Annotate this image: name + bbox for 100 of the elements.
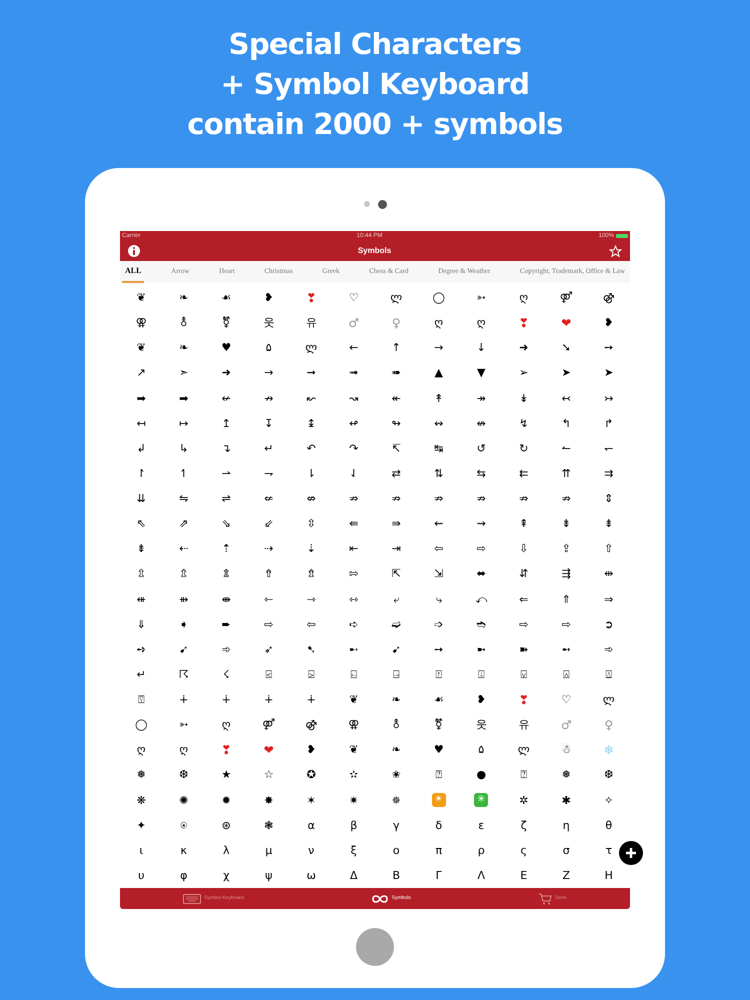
symbol[interactable]: ε xyxy=(478,820,484,831)
symbol[interactable]: ⍈ xyxy=(392,668,400,680)
symbol[interactable]: ❦ xyxy=(349,694,358,706)
symbol[interactable]: ⍰ xyxy=(435,769,442,780)
symbol[interactable]: ღ xyxy=(136,744,146,756)
symbol[interactable]: ❣ xyxy=(306,292,316,304)
symbol[interactable]: ↴ xyxy=(222,442,231,454)
symbol[interactable]: ➞ xyxy=(306,367,316,378)
symbol[interactable]: Γ xyxy=(436,870,442,881)
symbol[interactable]: ♡ xyxy=(348,292,359,304)
symbol[interactable]: ⚨ xyxy=(179,317,188,328)
symbol[interactable]: ⇗ xyxy=(179,518,188,530)
symbol[interactable]: ⇆ xyxy=(476,468,486,479)
symbol[interactable]: σ xyxy=(562,844,570,856)
symbol[interactable]: ⇦ xyxy=(434,543,444,554)
symbol[interactable]: ⍍ xyxy=(605,668,612,680)
symbol[interactable]: ⇟ xyxy=(136,543,146,554)
symbol[interactable]: ➠ xyxy=(392,367,401,378)
symbol[interactable]: ⇧ xyxy=(604,543,614,554)
symbol[interactable]: τ xyxy=(605,844,612,856)
symbol[interactable]: ➡ xyxy=(179,392,188,404)
symbol[interactable]: ⇁ xyxy=(264,468,274,479)
symbol[interactable]: ➙ xyxy=(434,644,444,655)
symbol[interactable]: ლ xyxy=(602,694,615,706)
symbol[interactable]: ➾ xyxy=(222,644,231,655)
symbol[interactable]: ⇰ xyxy=(349,568,358,580)
symbol[interactable]: ↷ xyxy=(349,442,358,454)
symbol[interactable]: ↜ xyxy=(306,392,316,404)
symbol[interactable]: ⚧ xyxy=(222,317,231,328)
symbol[interactable]: ➼ xyxy=(476,644,486,655)
symbol[interactable]: χ xyxy=(223,870,230,881)
symbol[interactable]: ➹ xyxy=(179,644,188,655)
symbol[interactable]: φ xyxy=(180,870,188,881)
symbol[interactable]: ❃ xyxy=(264,820,274,831)
symbol[interactable]: ✶ xyxy=(306,794,316,806)
symbol[interactable]: Ζ xyxy=(562,870,570,881)
symbol[interactable]: ➧ xyxy=(179,618,188,630)
symbol[interactable]: ⬌ xyxy=(476,568,486,580)
symbol[interactable]: ↻ xyxy=(519,442,528,454)
symbol[interactable]: ⚣ xyxy=(602,292,615,304)
symbol[interactable]: ➳ xyxy=(476,292,486,304)
symbol[interactable]: ლ xyxy=(518,744,530,756)
symbol[interactable]: ⇟ xyxy=(604,518,614,530)
symbol[interactable]: ⇭ xyxy=(222,568,231,580)
symbol[interactable]: ⇨ xyxy=(264,618,274,630)
symbol[interactable]: ⇳ xyxy=(306,518,316,530)
symbol[interactable]: ❥ xyxy=(306,744,316,756)
symbol[interactable]: ⚣ xyxy=(305,719,318,730)
symbol[interactable]: α xyxy=(308,820,315,831)
symbol[interactable]: ➘ xyxy=(562,342,571,354)
symbol[interactable]: η xyxy=(562,820,570,831)
symbol[interactable]: ღ xyxy=(476,317,486,328)
symbol[interactable]: ⇵ xyxy=(519,568,528,580)
symbol[interactable]: ⇃ xyxy=(349,468,358,479)
symbol[interactable]: ↓ xyxy=(476,342,486,354)
symbol[interactable]: ➶ xyxy=(264,644,274,655)
symbol[interactable]: ❅ xyxy=(136,769,146,780)
symbol[interactable]: ⍄ xyxy=(308,668,315,680)
symbol[interactable]: ⇽ xyxy=(264,594,274,605)
symbol[interactable]: ⇿ xyxy=(349,594,358,605)
symbol[interactable]: ➨ xyxy=(222,618,231,630)
symbol[interactable]: ➽ xyxy=(519,644,528,655)
symbol[interactable]: ⚢ xyxy=(136,317,147,328)
symbol[interactable]: ⇮ xyxy=(264,568,274,580)
symbol[interactable]: ⇍ xyxy=(264,493,274,504)
symbol[interactable]: ⇥ xyxy=(392,543,401,554)
symbol[interactable]: ↽ xyxy=(604,442,614,454)
symbol[interactable]: ➟ xyxy=(349,367,358,378)
symbol[interactable]: ↗ xyxy=(136,367,146,378)
symbol[interactable]: ⇻ xyxy=(179,594,188,605)
symbol[interactable]: 웃 xyxy=(476,719,487,730)
symbol[interactable]: ✬ xyxy=(392,769,401,780)
symbol[interactable]: β xyxy=(350,820,358,831)
symbol[interactable]: ⇝ xyxy=(476,518,486,530)
symbol[interactable]: ✹ xyxy=(222,794,231,806)
symbol[interactable]: ✫ xyxy=(349,769,358,780)
symbol[interactable]: ღ xyxy=(179,744,188,756)
symbol[interactable]: ς xyxy=(520,844,527,856)
symbol[interactable]: ↾ xyxy=(136,468,146,479)
symbol[interactable]: ● xyxy=(476,769,486,780)
symbol[interactable]: ρ xyxy=(478,844,485,856)
symbol[interactable]: ⍃ xyxy=(265,668,272,680)
symbol[interactable]: ❥ xyxy=(604,317,614,328)
symbol[interactable]: ⇏ xyxy=(476,493,486,504)
symbol[interactable]: ➾ xyxy=(604,644,614,655)
symbol[interactable]: μ xyxy=(265,844,272,856)
symbol[interactable]: ⚨ xyxy=(392,719,401,730)
symbol[interactable]: Δ xyxy=(350,870,358,881)
symbol[interactable]: ❦ xyxy=(136,292,146,304)
symbol[interactable]: ι xyxy=(139,844,144,856)
symbol[interactable]: ↲ xyxy=(136,442,146,454)
symbol[interactable]: ✦ xyxy=(136,820,146,831)
symbol[interactable]: → xyxy=(434,342,444,354)
symbol[interactable]: ★ xyxy=(221,769,232,780)
symbol[interactable]: ↟ xyxy=(434,392,444,404)
symbol[interactable]: ⚧ xyxy=(434,719,444,730)
symbol[interactable]: υ xyxy=(138,870,144,881)
symbol[interactable]: ➲ xyxy=(604,618,614,630)
symbol[interactable]: ღ xyxy=(519,292,528,304)
symbol[interactable]: ⇄ xyxy=(392,468,401,479)
